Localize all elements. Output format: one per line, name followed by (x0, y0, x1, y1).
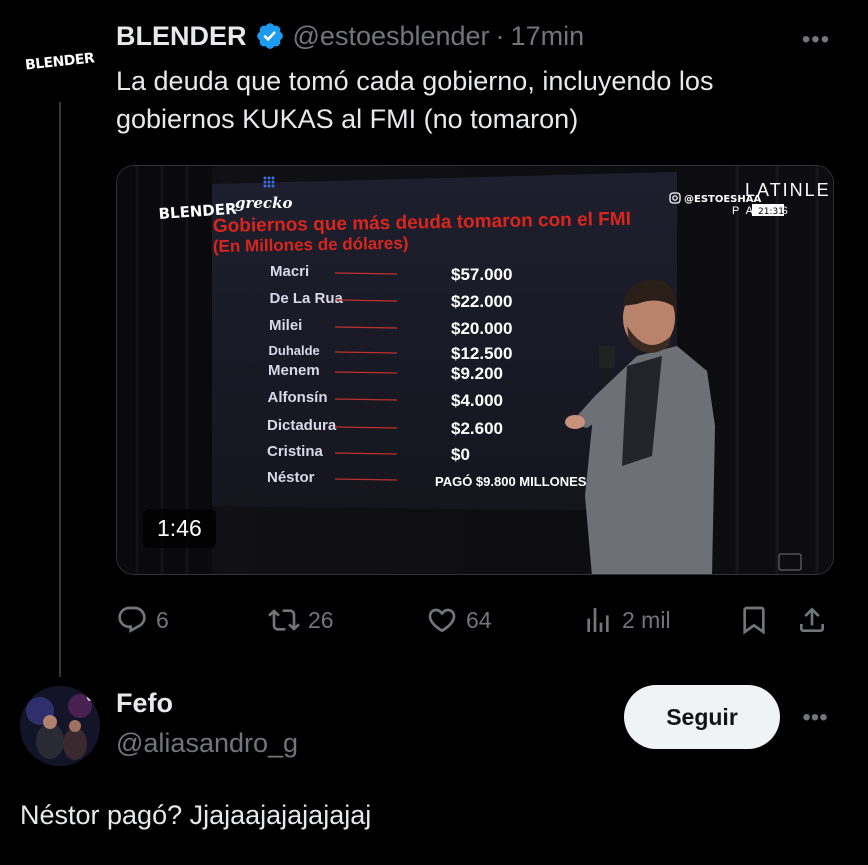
tweet-actions-bar: 6 26 64 2 mil (116, 600, 834, 640)
avatar-logo-text: BLENDER (24, 50, 96, 74)
views-chart-icon (587, 608, 609, 632)
bookmark-button[interactable] (738, 600, 778, 640)
retweet-icon (268, 609, 300, 631)
screen-row-amount: $9.200 (451, 364, 503, 383)
retweet-count: 26 (308, 606, 334, 633)
screen-row-amount: $12.500 (451, 344, 512, 363)
screen-subtitle: (En Millones de dólares) (213, 234, 409, 256)
separator-dot: · (495, 20, 505, 51)
more-options-icon[interactable]: ••• (800, 24, 832, 56)
views-count: 2 mil (622, 606, 671, 633)
follow-button[interactable]: Seguir (624, 685, 780, 749)
screen-row-amount: $4.000 (451, 391, 503, 410)
verified-badge-icon[interactable] (255, 21, 285, 51)
screen-row-name: De La Rua (270, 290, 344, 307)
screen-row-name: Macri (270, 263, 309, 280)
retweet-button[interactable]: 26 (268, 600, 334, 640)
reply-text: Néstor pagó? Jjajaajajajajajaj (20, 800, 372, 830)
video-frame: BLENDER grecko @ESTOESHAA LATINLE P ALLA… (117, 166, 833, 574)
grecko-logo: grecko (235, 194, 292, 212)
reply-count: 6 (156, 606, 169, 633)
tweet-header: BLENDER @estoesblender · 17min (116, 18, 584, 54)
avatar[interactable]: BLENDER (20, 22, 100, 102)
tweet-timestamp[interactable]: 17min (511, 21, 585, 52)
share-button[interactable] (796, 600, 836, 640)
screen-row-amount: $57.000 (451, 265, 512, 284)
screen-row-amount: $2.600 (451, 419, 503, 438)
screen-row-amount: $0 (451, 445, 470, 464)
reply-button[interactable]: 6 (116, 600, 169, 640)
broadcast-clock: 21:31 (758, 207, 784, 217)
heart-icon (428, 608, 456, 633)
screen-row-name: Néstor (267, 469, 315, 486)
bookmark-icon (743, 606, 765, 635)
reply-author-handle[interactable]: @aliasandro_g (116, 728, 298, 759)
author-display-name[interactable]: BLENDER (116, 21, 247, 52)
more-options-icon[interactable]: ••• (796, 702, 834, 734)
like-count: 64 (466, 606, 492, 633)
reply-author-display-name[interactable]: Fefo (116, 688, 173, 719)
thread-connector-line (59, 102, 61, 677)
screen-row-amount: $22.000 (451, 292, 512, 311)
share-icon (800, 607, 824, 632)
screen-row-name: Dictadura (267, 417, 337, 434)
screen-row-name: Menem (268, 362, 320, 379)
screen-row-name: Milei (269, 317, 302, 334)
author-handle[interactable]: @estoesblender (293, 21, 490, 52)
reply-avatar[interactable] (20, 686, 100, 766)
reply-avatar-image (20, 686, 100, 766)
screen-row-name: Alfonsín (268, 389, 328, 406)
screen-row-amount: $20.000 (451, 319, 512, 338)
screen-row-name: Cristina (267, 443, 324, 460)
corner-channel-text: LATINLE (745, 180, 831, 200)
grecko-dots-icon (263, 176, 275, 188)
views-button[interactable]: 2 mil (582, 600, 671, 640)
screen-row-amount: PAGÓ $9.800 MILLONES (435, 474, 587, 489)
screen-row-name: Duhalde (269, 343, 320, 358)
video-player[interactable]: BLENDER grecko @ESTOESHAA LATINLE P ALLA… (116, 165, 834, 575)
video-duration-badge: 1:46 (143, 509, 216, 548)
like-button[interactable]: 64 (426, 600, 492, 640)
reply-icon (118, 606, 146, 633)
tweet-text: La deuda que tomó cada gobierno, incluye… (116, 66, 714, 134)
